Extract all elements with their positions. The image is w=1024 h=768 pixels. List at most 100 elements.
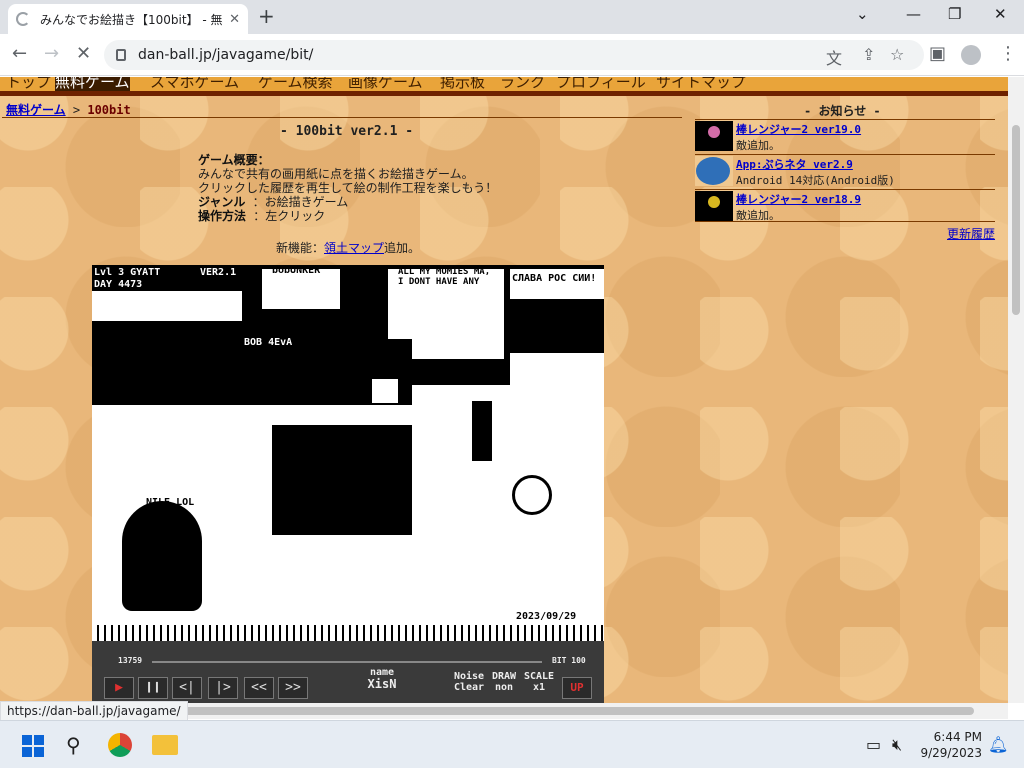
canvas-text: VER2.1: [200, 267, 237, 278]
nav-item-active[interactable]: 無料ゲーム: [55, 77, 130, 91]
draw-value: non: [494, 682, 514, 693]
territory-map-link[interactable]: 領土マップ: [324, 241, 384, 255]
upload-button[interactable]: UP: [562, 677, 592, 699]
new-feature-prefix: 新機能：: [276, 241, 325, 255]
counter-right: BIT 100: [552, 656, 586, 665]
stop-loading-icon[interactable]: ✕: [76, 43, 91, 65]
notice-title-link[interactable]: 棒レンジャー2 ver18.9: [736, 191, 861, 207]
scale-value: x1: [532, 682, 546, 693]
volume-muted-icon[interactable]: 🔇︎: [892, 733, 902, 757]
notice-item[interactable]: 棒レンジャー2 ver19.0 敵追加。: [695, 119, 995, 152]
address-bar[interactable]: dan-ball.jp/javagame/bit/ 文 ⇪ ☆: [104, 40, 924, 70]
browser-toolbar: ← → ✕ dan-ball.jp/javagame/bit/ 文 ⇪ ☆ ▣ …: [0, 34, 1024, 76]
playback-slider[interactable]: [152, 661, 542, 663]
tab-search-icon[interactable]: ⌄: [856, 4, 869, 24]
menu-kebab-icon[interactable]: ⋮: [999, 43, 1017, 65]
fast-forward-button[interactable]: >>: [278, 677, 308, 699]
counter-left: 13759: [118, 656, 143, 665]
system-clock[interactable]: 6:44 PM 9/29/2023: [918, 729, 982, 761]
genre-value: ：お絵描きゲーム: [252, 195, 349, 209]
browser-tab[interactable]: みんなでお絵描き【100bit】 - 無料ゲ ✕: [8, 4, 248, 34]
update-history-link[interactable]: 更新履歴: [947, 225, 995, 242]
canvas-text: NILE LOL: [146, 497, 195, 508]
notice-subtitle: Android 14対応(Android版): [736, 174, 895, 187]
play-button[interactable]: ▶: [104, 677, 134, 699]
display-icon[interactable]: ▭: [866, 733, 881, 757]
overview-label: ゲーム概要：: [198, 153, 270, 167]
nav-divider: [0, 91, 1008, 96]
nav-item[interactable]: サイトマップ: [656, 77, 746, 91]
nav-item[interactable]: ランク: [500, 77, 545, 91]
tab-title: みんなでお絵描き【100bit】 - 無料ゲ: [40, 12, 223, 27]
timeline-strip[interactable]: [92, 625, 604, 641]
clock-date: 9/29/2023: [920, 746, 982, 760]
nav-item[interactable]: ゲーム検索: [258, 77, 333, 91]
step-back-button[interactable]: <|: [172, 677, 202, 699]
nav-item[interactable]: 画像ゲーム: [348, 77, 423, 91]
draw-label[interactable]: DRAW: [488, 671, 520, 682]
vertical-scroll-thumb[interactable]: [1012, 125, 1020, 315]
controls-label: 操作方法: [198, 209, 247, 223]
minimize-button[interactable]: —: [906, 4, 921, 24]
close-window-button[interactable]: ✕: [994, 4, 1007, 24]
translate-icon[interactable]: 文: [826, 45, 842, 69]
start-menu-icon[interactable]: [22, 735, 44, 757]
notice-item[interactable]: App:ぷらネタ ver2.9 Android 14対応(Android版): [695, 154, 995, 187]
drawing-canvas[interactable]: Lvl 3 GYATT DAY 4473 VER2.1 bobUNKER СЛА…: [92, 265, 604, 625]
breadcrumb-divider: [2, 117, 682, 118]
flower-icon: [708, 126, 720, 138]
canvas-text: Lvl 3 GYATT: [94, 267, 161, 278]
game-thumbnail: [695, 191, 733, 221]
new-feature-suffix: 追加。: [384, 241, 421, 255]
name-value: XisN: [367, 677, 397, 691]
noise-label[interactable]: Noise: [452, 671, 486, 682]
nav-item[interactable]: トップ: [6, 77, 51, 91]
canvas-white-area: [412, 385, 512, 525]
forward-icon[interactable]: →: [44, 43, 59, 65]
rewind-button[interactable]: <<: [244, 677, 274, 699]
status-url-bubble: https://dan-ball.jp/javagame/: [0, 701, 188, 721]
scale-label[interactable]: SCALE: [522, 671, 556, 682]
step-forward-button[interactable]: |>: [208, 677, 238, 699]
description-line: クリックした履歴を再生して絵の制作工程を楽しもう！: [198, 181, 498, 195]
vertical-scrollbar[interactable]: [1008, 77, 1024, 703]
canvas-text: ALL MY MOMIES MA, I DONT HAVE ANY: [398, 267, 491, 287]
game-thumbnail: [695, 156, 733, 186]
horizontal-scroll-thumb[interactable]: [168, 707, 974, 715]
canvas-white-box: [370, 377, 400, 405]
nav-item[interactable]: スマホゲーム: [150, 77, 239, 91]
notice-title-link[interactable]: 棒レンジャー2 ver19.0: [736, 121, 861, 137]
circle-drawing: [512, 475, 552, 515]
address-url: dan-ball.jp/javagame/bit/: [138, 47, 314, 63]
game-description: ゲーム概要： みんなで共有の画用紙に点を描くお絵描きゲーム。 クリックした履歴を…: [198, 153, 497, 223]
bookmark-star-icon[interactable]: ☆: [890, 45, 904, 64]
flower-icon: [708, 196, 720, 208]
search-icon[interactable]: ⚲: [66, 733, 81, 757]
notice-item[interactable]: 棒レンジャー2 ver18.9 敵追加。: [695, 189, 995, 222]
share-icon[interactable]: ⇪: [862, 45, 875, 64]
notification-bell-icon[interactable]: 🔔︎: [988, 733, 1008, 757]
clear-label[interactable]: Clear: [452, 682, 486, 693]
game-applet[interactable]: Lvl 3 GYATT DAY 4473 VER2.1 bobUNKER СЛА…: [92, 265, 604, 703]
nav-item[interactable]: プロフィール: [556, 77, 646, 91]
web-page: トップ 無料ゲーム スマホゲーム ゲーム検索 画像ゲーム 掲示板 ランク プロフ…: [0, 77, 1008, 703]
file-explorer-icon[interactable]: [152, 735, 178, 755]
cat-drawing: [122, 501, 202, 611]
page-title: - 100bit ver2.1 -: [280, 124, 414, 139]
pause-button[interactable]: ❙❙: [138, 677, 168, 699]
canvas-text: СЛАВА РОС СИИ!: [512, 273, 597, 284]
close-tab-icon[interactable]: ✕: [229, 12, 240, 27]
breadcrumb-separator: >: [72, 103, 81, 117]
side-panel-icon[interactable]: ▣: [929, 43, 946, 65]
back-icon[interactable]: ←: [12, 43, 27, 65]
restore-button[interactable]: ❐: [948, 4, 961, 24]
profile-avatar-icon[interactable]: [961, 45, 981, 65]
nav-item[interactable]: 掲示板: [440, 77, 485, 91]
canvas-white-area: [272, 535, 512, 625]
notice-title-link[interactable]: App:ぷらネタ ver2.9: [736, 156, 853, 172]
site-nav-bar: トップ 無料ゲーム スマホゲーム ゲーム検索 画像ゲーム 掲示板 ランク プロフ…: [0, 77, 1008, 91]
lock-icon: [116, 49, 126, 61]
breadcrumb-link[interactable]: 無料ゲーム: [6, 103, 66, 117]
chrome-app-icon[interactable]: [108, 733, 132, 757]
new-tab-button[interactable]: +: [258, 4, 275, 28]
